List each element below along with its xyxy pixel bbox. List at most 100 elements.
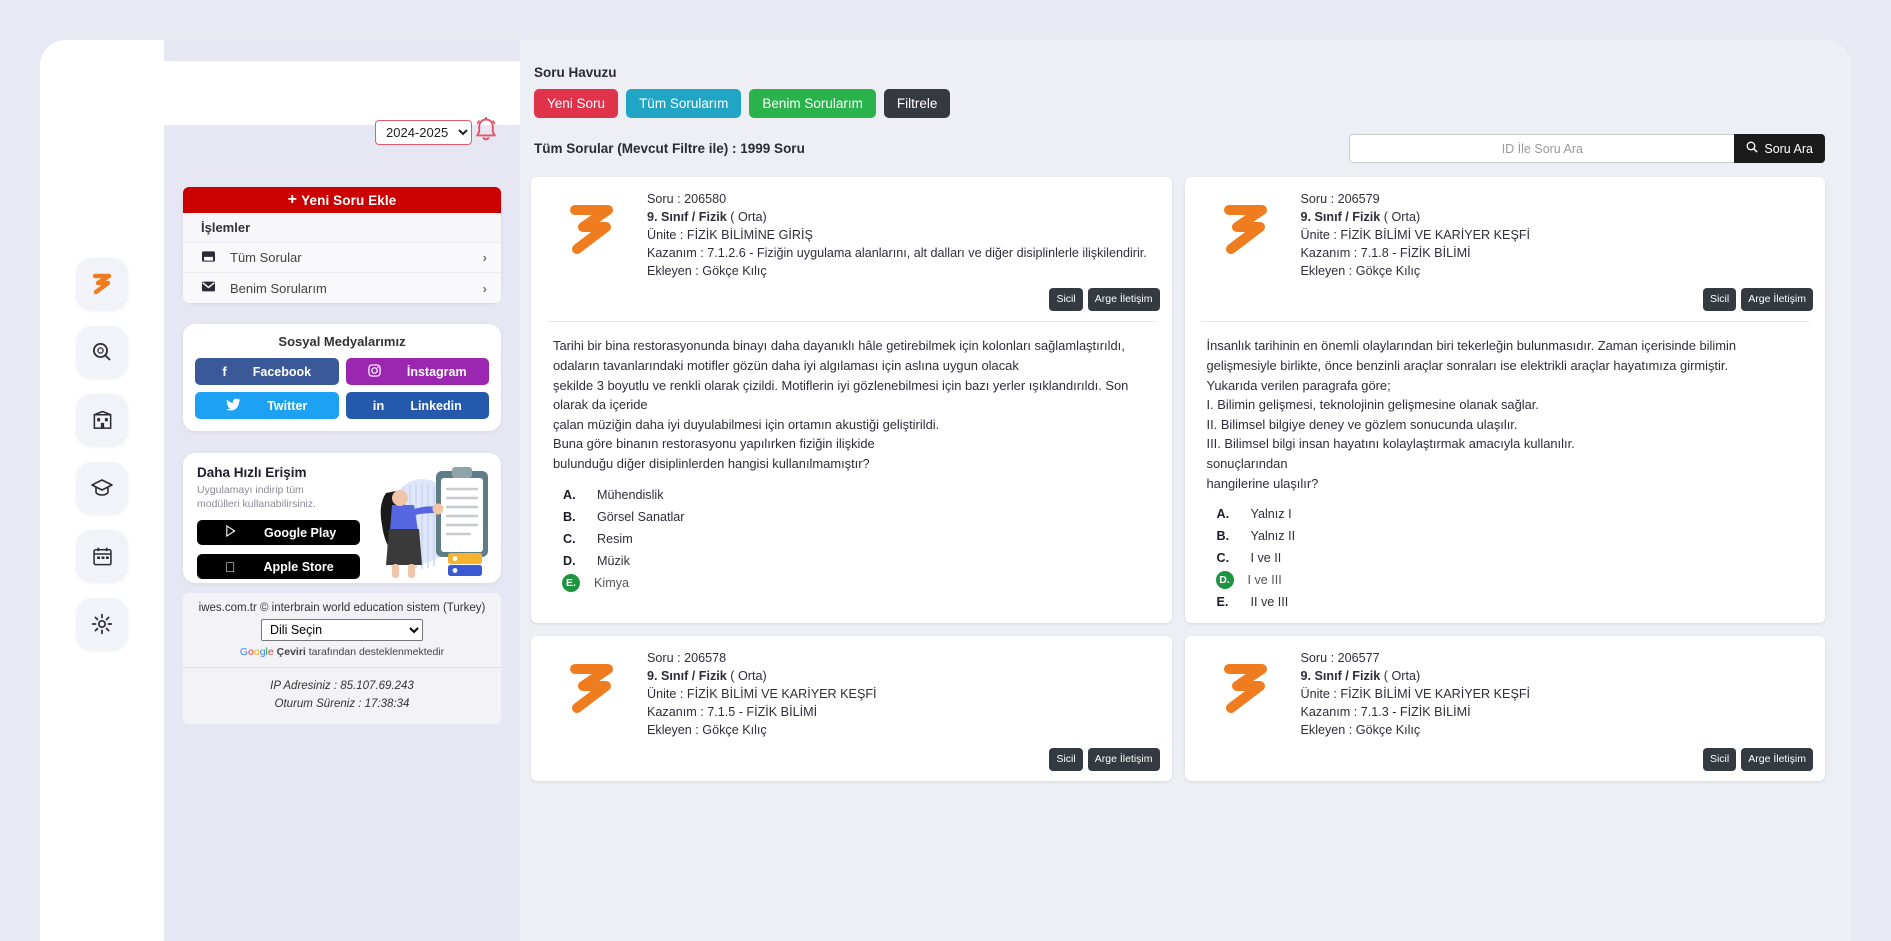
sidebar-item-my-questions-label: Benim Sorularım [230,280,327,296]
sicil-button[interactable]: Sicil [1049,288,1083,312]
answer-option[interactable]: C. Resim [563,528,1150,550]
rail-gear-icon[interactable] [76,598,128,650]
add-new-question-button[interactable]: + Yeni Soru Ekle [183,187,501,213]
academic-year-select[interactable]: 2024-20252023-20242022-2023 [375,120,472,145]
sidebar-item-my-questions[interactable]: Benim Sorularım › [183,273,501,303]
question-outcome: Kazanım : 7.1.2.6 - Fiziğin uygulama ala… [647,245,1147,260]
answer-option[interactable]: E. II ve III [1217,591,1804,613]
google-play-label: Google Play [264,525,337,540]
notification-bell-icon[interactable] [470,114,502,146]
question-unit: Ünite : FİZİK BİLİMİ VE KARİYER KEŞFİ [647,687,877,702]
results-row: Tüm Sorular (Mevcut Filtre ile) : 1999 S… [531,134,1825,163]
answer-option[interactable]: D. Müzik [563,550,1150,572]
social-buttons-grid: f Facebook İnstagram Twitter in Linkedin [195,358,489,419]
answer-option-text: II ve III [1250,595,1289,610]
translate-rest-text: tarafından desteklenmektedir [308,646,445,658]
social-media-title: Sosyal Medyalarımız [278,334,406,349]
answer-option-label: A. [563,487,576,502]
question-header: Soru : 206580 9. Sınıf / Fizik ( Orta) Ü… [543,191,1160,312]
answer-options: A. Mühendislik B. Görsel Sanatlar C. Res… [543,474,1160,594]
question-card[interactable]: Soru : 206577 9. Sınıf / Fizik ( Orta) Ü… [1184,636,1825,781]
apple-store-button[interactable]:  Apple Store [197,554,360,580]
question-outcome: Kazanım : 7.1.5 - FİZİK BİLİMİ [647,704,818,719]
answer-option[interactable]: B. Yalnız II [1217,525,1804,547]
search-input[interactable] [1349,134,1735,163]
illustration-person-with-clipboard [380,467,488,578]
rail-calendar-icon[interactable] [76,530,128,582]
answer-option[interactable]: A. Yalnız I [1217,503,1804,525]
search-icon [1746,141,1759,156]
arge-contact-button[interactable]: Arge İletişim [1087,288,1160,312]
tab-my-questions[interactable]: Benim Sorularım [749,89,876,118]
session-duration-text: Oturum Süreniz : 17:38:34 [274,698,410,711]
answer-option-text: Müzik [597,553,630,568]
sidebar-item-all-questions[interactable]: Tüm Sorular › [183,243,501,273]
sidebar-item-all-questions-label: Tüm Sorular [230,250,302,265]
tab-filter[interactable]: Filtrele [883,89,951,118]
linkedin-icon: in [372,398,385,413]
question-id: Soru : 206578 [647,651,727,666]
facebook-button[interactable]: f Facebook [195,358,339,385]
question-logo [1197,650,1293,770]
question-logo [543,191,639,311]
answer-option[interactable]: E. Kimya [562,572,1150,594]
question-added-by: Ekleyen : Gökçe Kılıç [647,722,767,737]
question-actions: Sicil Arge İletişim [1301,747,1813,771]
question-actions: Sicil Arge İletişim [647,747,1160,771]
app-shell: 2024-20252023-20242022-2023 + Yeni Soru … [40,40,1851,941]
rail-search-icon[interactable] [76,326,128,378]
question-header: Soru : 206578 9. Sınıf / Fizik ( Orta) Ü… [543,650,1160,771]
brand-logo-icon [570,205,613,254]
brand-logo-icon [1223,205,1267,254]
answer-option[interactable]: D. I ve III [1215,569,1804,591]
answer-option[interactable]: C. I ve II [1217,547,1804,569]
tab-all-my-questions[interactable]: Tüm Sorularım [626,89,742,118]
arge-contact-button[interactable]: Arge İletişim [1741,288,1813,312]
rail-brand-logo-icon[interactable] [76,258,128,310]
answer-option-text: I ve II [1250,551,1282,566]
search-button[interactable]: Soru Ara [1734,134,1825,163]
question-logo [543,650,639,770]
question-grade-subject: 9. Sınıf / Fizik ( Orta) [647,669,767,684]
answer-option-text: Resim [597,531,633,546]
question-card[interactable]: Soru : 206578 9. Sınıf / Fizik ( Orta) Ü… [531,636,1172,781]
arge-contact-button[interactable]: Arge İletişim [1087,747,1160,771]
answer-option-label: A. [1216,507,1230,522]
translate-bold-text: Çeviri [276,646,306,658]
facebook-icon: f [222,364,227,379]
rail-building-icon[interactable] [76,394,128,446]
question-card[interactable]: Soru : 206579 9. Sınıf / Fizik ( Orta) Ü… [1184,177,1825,624]
sicil-button[interactable]: Sicil [1702,288,1737,312]
sicil-button[interactable]: Sicil [1702,747,1737,771]
instagram-button[interactable]: İnstagram [345,358,489,385]
app-download-subtitle: Uygulamayı indirip tüm modülleri kullana… [197,484,317,511]
answer-option-text: Görsel Sanatlar [597,509,685,524]
operations-card: + Yeni Soru Ekle İşlemler Tüm Sorular › [183,187,501,303]
twitter-button[interactable]: Twitter [195,392,339,419]
answer-option[interactable]: B. Görsel Sanatlar [563,506,1150,528]
question-unit: Ünite : FİZİK BİLİMİ VE KARİYER KEŞFİ [1300,227,1531,242]
tab-new-question[interactable]: Yeni Soru [534,89,619,118]
linkedin-button[interactable]: in Linkedin [345,392,489,419]
question-grade-subject: 9. Sınıf / Fizik ( Orta) [1300,669,1421,684]
answer-options: A. Yalnız I B. Yalnız II C. I ve II D. I… [1197,493,1814,613]
answer-option-label: B. [563,509,576,524]
arge-contact-button[interactable]: Arge İletişim [1741,747,1813,771]
google-translate-credit: Google Çeviri tarafından desteklenmekted… [183,646,501,658]
question-added-by: Ekleyen : Gökçe Kılıç [1300,263,1421,278]
app-root: 2024-20252023-20242022-2023 + Yeni Soru … [0,0,1891,941]
question-grade-subject: 9. Sınıf / Fizik ( Orta) [647,209,767,224]
rail-graduation-icon[interactable] [76,462,128,514]
question-card[interactable]: Soru : 206580 9. Sınıf / Fizik ( Orta) Ü… [531,177,1172,624]
language-select[interactable]: Dili SeçinTürkçeEnglish [261,619,423,641]
google-play-button[interactable]: Google Play [197,520,360,546]
icon-rail [40,40,164,941]
action-tabs: Yeni Soru Tüm Sorularım Benim Sorularım … [534,89,1825,118]
question-body: İnsanlık tarihinin en önemli olaylarında… [1206,338,1737,491]
plus-icon: + [287,191,298,208]
sicil-button[interactable]: Sicil [1049,747,1083,771]
session-info-box: IP Adresiniz : 85.107.69.243 Oturum Süre… [183,667,501,724]
linkedin-label: Linkedin [410,398,462,413]
question-id: Soru : 206577 [1300,651,1380,666]
answer-option[interactable]: A. Mühendislik [563,484,1150,506]
